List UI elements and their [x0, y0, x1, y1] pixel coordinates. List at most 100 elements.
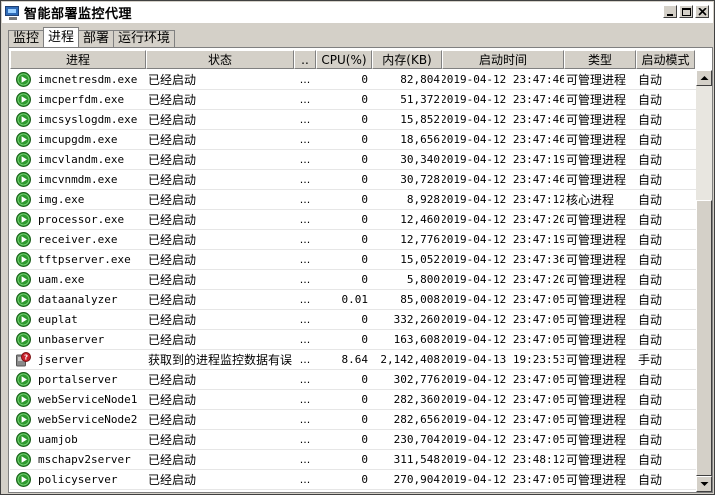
header-dots[interactable]: .. — [294, 50, 316, 69]
process-cpu: 0 — [361, 453, 368, 466]
maximize-button[interactable] — [679, 5, 693, 18]
process-cpu: 0 — [361, 133, 368, 146]
process-start-mode: 自动 — [638, 413, 663, 427]
process-name: policyserver — [38, 473, 118, 486]
arrow-up-icon — [700, 76, 709, 80]
process-dots: ... — [299, 193, 311, 206]
process-type: 可管理进程 — [566, 113, 627, 127]
process-running-icon — [10, 250, 36, 270]
process-memory: 51,372 — [400, 93, 440, 106]
tab-3[interactable]: 运行环境 — [113, 30, 176, 47]
table-row[interactable]: unbaserver 已经启动... 0 163,608 2019-04-12 23:4… — [10, 330, 696, 350]
process-status: 已经启动 — [148, 133, 197, 147]
process-name: dataanalyzer — [38, 293, 118, 306]
process-type: 可管理进程 — [566, 473, 627, 487]
process-type: 可管理进程 — [566, 133, 627, 147]
table-row[interactable]: processor.exe 已经启动... 0 12,460 2019-04-12 23… — [10, 210, 696, 230]
process-name: imcnetresdm.exe — [38, 73, 138, 86]
close-button[interactable] — [695, 5, 709, 18]
table-row[interactable]: dataanalyzer 已经启动... 0.01 85,008 2019-04-12 … — [10, 290, 696, 310]
table-row[interactable]: imcsyslogdm.exe 已经启动... 0 15,852 2019-04-12 … — [10, 110, 696, 130]
table-row[interactable]: portalserver 已经启动... 0 302,776 2019-04-12 23… — [10, 370, 696, 390]
vertical-scrollbar[interactable] — [696, 70, 712, 492]
table-row[interactable]: tftpserver.exe 已经启动... 0 15,052 2019-04-12 2… — [10, 250, 696, 270]
process-memory: 311,548 — [393, 453, 440, 466]
process-start-mode: 自动 — [638, 313, 663, 327]
process-panel: 进程 状态 .. CPU(%) 内存(KB) 启动时间 类型 启动模式 imcn… — [8, 47, 713, 493]
header-status[interactable]: 状态 — [146, 50, 294, 69]
table-row[interactable]: webServiceNode1 已经启动... 0 282,360 2019-04-12… — [10, 390, 696, 410]
minimize-button[interactable] — [663, 5, 677, 18]
process-start-time: 2019-04-12 23:47:05 — [442, 393, 564, 406]
process-start-time: 2019-04-12 23:47:46 — [442, 93, 564, 106]
title-bar[interactable]: 智能部署监控代理 — [2, 2, 713, 23]
process-dots: ... — [299, 93, 311, 106]
table-row[interactable]: imcperfdm.exe 已经启动... 0 51,372 2019-04-12 23… — [10, 90, 696, 110]
process-status: 已经启动 — [148, 233, 197, 247]
process-type: 可管理进程 — [566, 153, 627, 167]
process-type: 可管理进程 — [566, 433, 627, 447]
process-running-icon — [10, 110, 36, 130]
header-memory[interactable]: 内存(KB) — [372, 50, 442, 69]
process-status: 已经启动 — [148, 293, 197, 307]
tab-2[interactable]: 部署 — [78, 30, 115, 47]
tab-0[interactable]: 监控 — [8, 30, 45, 47]
process-memory: 30,728 — [400, 173, 440, 186]
tab-1[interactable]: 进程 — [43, 27, 80, 47]
table-row[interactable]: imcvlandm.exe 已经启动... 0 30,340 2019-04-12 23… — [10, 150, 696, 170]
process-start-time: 2019-04-12 23:47:20 — [442, 273, 564, 286]
process-memory: 302,776 — [393, 373, 440, 386]
process-cpu: 0 — [361, 93, 368, 106]
table-row[interactable]: imcnetresdm.exe 已经启动... 0 82,804 2019-04-12 … — [10, 70, 696, 90]
scroll-down-button[interactable] — [696, 476, 712, 492]
process-running-icon — [10, 390, 36, 410]
process-running-icon — [10, 370, 36, 390]
header-name[interactable]: 进程 — [10, 50, 146, 69]
process-type: 可管理进程 — [566, 213, 627, 227]
process-status: 已经启动 — [148, 433, 197, 447]
window-title: 智能部署监控代理 — [24, 7, 133, 22]
header-type[interactable]: 类型 — [564, 50, 636, 69]
process-start-time: 2019-04-12 23:47:19 — [442, 233, 564, 246]
process-start-mode: 自动 — [638, 113, 663, 127]
process-start-time: 2019-04-12 23:47:46 — [442, 113, 564, 126]
process-memory: 15,852 — [400, 113, 440, 126]
table-row[interactable]: imcupgdm.exe 已经启动... 0 18,656 2019-04-12 23:… — [10, 130, 696, 150]
process-cpu: 0 — [361, 273, 368, 286]
process-running-icon — [10, 310, 36, 330]
table-row[interactable]: mschapv2server 已经启动... 0 311,548 2019-04-12 … — [10, 450, 696, 470]
header-start-mode[interactable]: 启动模式 — [636, 50, 695, 69]
table-row[interactable]: euplat 已经启动... 0 332,260 2019-04-12 23:47:05… — [10, 310, 696, 330]
table-row[interactable]: img.exe 已经启动... 0 8,928 2019-04-12 23:47:12 核… — [10, 190, 696, 210]
process-status: 已经启动 — [148, 193, 197, 207]
process-memory: 82,804 — [400, 73, 440, 86]
process-cpu: 0 — [361, 333, 368, 346]
table-row[interactable]: policyserver 已经启动... 0 270,904 2019-04-12 23… — [10, 470, 696, 490]
process-type: 核心进程 — [566, 193, 615, 207]
process-start-mode: 自动 — [638, 73, 663, 87]
process-start-mode: 自动 — [638, 293, 663, 307]
process-start-time: 2019-04-12 23:47:46 — [442, 73, 564, 86]
process-memory: 282,656 — [393, 413, 440, 426]
table-row[interactable]: receiver.exe 已经启动... 0 12,776 2019-04-12 23:… — [10, 230, 696, 250]
process-start-mode: 自动 — [638, 153, 663, 167]
table-row[interactable]: ? jserver 获取到的进程监控数据有误... 8.64 2,142,408 2019… — [10, 350, 696, 370]
table-row[interactable]: uamjob 已经启动... 0 230,704 2019-04-12 23:47:05… — [10, 430, 696, 450]
process-cpu: 0 — [361, 113, 368, 126]
process-status: 已经启动 — [148, 113, 197, 127]
process-name: portalserver — [38, 373, 118, 386]
process-memory: 30,340 — [400, 153, 440, 166]
scroll-thumb[interactable] — [696, 200, 712, 476]
process-running-icon — [10, 150, 36, 170]
process-cpu: 0 — [361, 173, 368, 186]
table-row[interactable]: uam.exe 已经启动... 0 5,800 2019-04-12 23:47:20 可… — [10, 270, 696, 290]
header-start-time[interactable]: 启动时间 — [442, 50, 564, 69]
process-cpu: 8.64 — [341, 353, 369, 366]
table-row[interactable]: imcvnmdm.exe 已经启动... 0 30,728 2019-04-12 23:… — [10, 170, 696, 190]
header-cpu[interactable]: CPU(%) — [316, 50, 372, 69]
process-running-icon — [10, 270, 36, 290]
table-row[interactable]: webServiceNode2 已经启动... 0 282,656 2019-04-12… — [10, 410, 696, 430]
process-cpu: 0 — [361, 393, 368, 406]
scroll-up-button[interactable] — [696, 70, 712, 86]
process-status: 已经启动 — [148, 373, 197, 387]
